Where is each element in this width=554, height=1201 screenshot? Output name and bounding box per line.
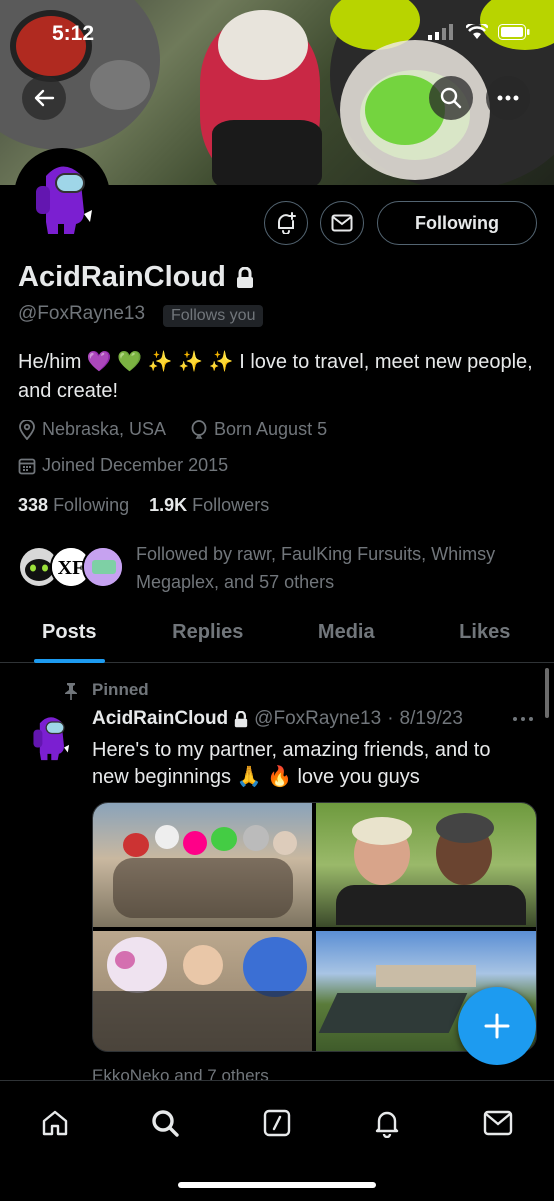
follow-counts: 338 Following 1.9K Followers [18,495,269,516]
search-icon [440,87,462,109]
profile-handle: @FoxRayne13 [18,303,145,325]
nav-search[interactable] [143,1101,187,1145]
post-author-avatar[interactable] [22,708,78,764]
mail-icon [483,1110,513,1136]
location: Nebraska, USA [18,419,166,440]
media-photo-1[interactable] [93,803,312,927]
svg-text:XF: XF [58,557,85,579]
lock-icon [236,267,254,289]
location-pin-icon [18,420,36,440]
calendar-icon [18,457,36,475]
following-count-link[interactable]: 338 Following [18,495,129,515]
compose-slash-icon [262,1108,292,1138]
battery-icon [498,24,530,40]
compose-fab[interactable] [458,987,536,1065]
pin-icon [64,682,78,700]
following-count: 338 [18,495,48,515]
followers-label: Followers [192,495,269,515]
joined-date: Joined December 2015 [18,455,228,476]
profile-avatar[interactable] [14,148,110,244]
status-icons [428,24,530,40]
tab-media[interactable]: Media [277,610,416,662]
wifi-icon [466,24,488,40]
tab-replies[interactable]: Replies [139,610,278,662]
media-photo-2[interactable] [316,803,536,927]
profile-tabs: Posts Replies Media Likes [0,610,554,663]
joined-text: Joined December 2015 [42,455,228,476]
post-text: Here's to my partner, amazing friends, a… [92,737,532,791]
post-header: AcidRainCloud @FoxRayne13 · 8/19/23 [92,708,463,730]
birthday-text: Born August 5 [214,419,327,440]
following-button[interactable]: Following [377,201,537,245]
post-date[interactable]: 8/19/23 [400,708,463,730]
message-button[interactable] [320,201,364,245]
post-author-handle: @FoxRayne13 [254,708,381,730]
crewmate-avatar-image [22,708,78,764]
follows-you-badge: Follows you [163,305,263,327]
pinned-label: Pinned [92,680,149,700]
back-button[interactable] [22,76,66,120]
profile-bio: He/him 💜 💚 ✨ ✨ ✨ I love to travel, meet … [18,348,538,406]
nav-messages[interactable] [476,1101,520,1145]
post-separator: · [387,708,393,730]
lock-icon [234,711,248,728]
home-icon [40,1108,70,1138]
search-button[interactable] [429,76,473,120]
more-icon [497,95,519,101]
more-button[interactable] [486,76,530,120]
home-indicator[interactable] [178,1182,376,1188]
status-time: 5:12 [52,22,94,46]
whimsy-logo-icon [84,548,122,586]
tab-likes[interactable]: Likes [416,610,554,662]
scrollbar[interactable] [545,668,549,718]
tab-posts[interactable]: Posts [0,610,139,662]
signal-icon [428,24,456,40]
nav-home[interactable] [33,1101,77,1145]
followed-by-avatars[interactable]: XF [18,544,128,590]
follower-avatar-3 [82,546,124,588]
followers-count-link[interactable]: 1.9K Followers [149,495,269,515]
location-text: Nebraska, USA [42,419,166,440]
bell-icon [372,1108,402,1138]
back-arrow-icon [33,87,55,109]
followed-by-text[interactable]: Followed by rawr, FaulKing Fursuits, Whi… [136,540,536,596]
display-name: AcidRainCloud [18,261,226,294]
birthday: Born August 5 [190,419,327,440]
profile-name: AcidRainCloud [18,261,254,294]
notify-bell-plus-icon [275,212,297,234]
followers-count: 1.9K [149,495,187,515]
balloon-icon [190,420,208,440]
mail-icon [331,214,353,232]
search-icon [150,1108,180,1138]
post-author-name[interactable]: AcidRainCloud [92,708,228,730]
media-photo-3[interactable] [93,931,312,1052]
post-more-icon[interactable] [512,716,534,722]
nav-grok[interactable] [255,1101,299,1145]
nav-notifications[interactable] [365,1101,409,1145]
compose-plus-icon [483,1012,511,1040]
notify-button[interactable] [264,201,308,245]
following-label: Following [53,495,129,515]
crewmate-avatar-image [18,152,106,240]
